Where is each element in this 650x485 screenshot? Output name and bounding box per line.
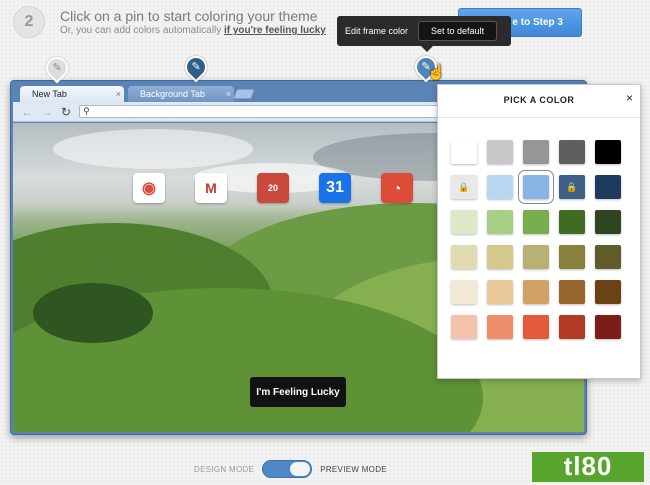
app-icons: ◉ M 20 31 ◔: [133, 173, 413, 203]
color-swatch[interactable]: [523, 140, 549, 164]
feeling-lucky-button[interactable]: I'm Feeling Lucky: [250, 377, 346, 407]
design-mode-label: DESIGN MODE: [194, 464, 255, 474]
chrome-icon[interactable]: ◉: [133, 173, 165, 203]
color-swatch[interactable]: [451, 280, 477, 304]
lock-icon: 🔒: [458, 181, 470, 192]
brush-icon: ✎: [191, 60, 201, 73]
color-swatch[interactable]: [451, 210, 477, 234]
reader-icon[interactable]: ◔: [381, 173, 413, 203]
color-swatch[interactable]: [595, 245, 621, 269]
tab-background[interactable]: Background Tab ×: [128, 86, 234, 102]
subtitle-prefix: Or, you can add colors automatically: [60, 25, 222, 36]
close-icon[interactable]: ×: [116, 86, 121, 102]
forward-arrow-icon[interactable]: →: [41, 106, 53, 118]
reload-icon[interactable]: ↻: [61, 106, 71, 118]
color-swatch-grid: 🔒 🔒: [451, 140, 629, 339]
color-swatch[interactable]: [487, 245, 513, 269]
new-tab-button[interactable]: [233, 89, 255, 99]
color-swatch[interactable]: [487, 280, 513, 304]
step-title: Click on a pin to start coloring your th…: [60, 8, 318, 24]
set-to-default-button[interactable]: Set to default: [418, 21, 498, 41]
calendar-icon[interactable]: 31: [319, 173, 351, 203]
tab-label: Background Tab: [140, 89, 205, 99]
pin-2[interactable]: ✎: [180, 51, 212, 83]
color-swatch[interactable]: [523, 315, 549, 339]
color-swatch[interactable]: [595, 280, 621, 304]
color-swatch[interactable]: [523, 210, 549, 234]
color-swatch[interactable]: [595, 210, 621, 234]
color-swatch[interactable]: [451, 315, 477, 339]
gmail-icon[interactable]: M: [195, 173, 227, 203]
color-swatch[interactable]: [559, 280, 585, 304]
mode-switch-row: DESIGN MODE PREVIEW MODE: [194, 460, 387, 478]
color-swatch[interactable]: [595, 175, 621, 199]
color-swatch[interactable]: [451, 140, 477, 164]
color-swatch[interactable]: [559, 315, 585, 339]
close-icon[interactable]: ×: [226, 86, 231, 102]
color-swatch[interactable]: [559, 140, 585, 164]
hand-cursor-icon: ☝: [427, 64, 446, 81]
divider: [438, 117, 640, 118]
color-swatch[interactable]: [487, 315, 513, 339]
tab-new-tab[interactable]: New Tab ×: [20, 86, 124, 102]
pin-1[interactable]: ✎: [41, 52, 73, 84]
color-swatch[interactable]: [595, 315, 621, 339]
color-swatch[interactable]: [487, 210, 513, 234]
lock-icon: 🔒: [566, 181, 578, 192]
step-number: 2: [13, 6, 45, 38]
color-swatch[interactable]: [487, 175, 513, 199]
color-swatch[interactable]: 🔒: [451, 175, 477, 199]
color-swatch[interactable]: [595, 140, 621, 164]
picker-title: PICK A COLOR: [503, 95, 575, 105]
mode-toggle[interactable]: [262, 460, 313, 478]
books-icon[interactable]: 20: [257, 173, 289, 203]
color-swatch[interactable]: [559, 210, 585, 234]
search-icon: ⚲: [83, 106, 90, 116]
step-subtitle: Or, you can add colors automatically if …: [60, 25, 326, 36]
preview-mode-label: PREVIEW MODE: [320, 464, 387, 474]
color-swatch[interactable]: [523, 280, 549, 304]
color-picker-panel: PICK A COLOR × 🔒 🔒: [437, 84, 641, 379]
color-swatch[interactable]: [451, 245, 477, 269]
color-swatch[interactable]: [518, 170, 554, 204]
color-swatch[interactable]: [559, 245, 585, 269]
brush-icon: ✎: [52, 61, 62, 74]
feeling-lucky-link[interactable]: if you're feeling lucky: [224, 25, 326, 36]
close-icon[interactable]: ×: [626, 91, 633, 105]
watermark-logo: tl80: [532, 452, 644, 482]
color-swatch[interactable]: [487, 140, 513, 164]
color-swatch[interactable]: 🔒: [559, 175, 585, 199]
toggle-knob: [290, 462, 311, 476]
back-arrow-icon[interactable]: ←: [21, 106, 33, 118]
color-swatch[interactable]: [523, 245, 549, 269]
tooltip-label: Edit frame color: [345, 26, 409, 36]
tab-label: New Tab: [32, 89, 67, 99]
frame-color-tooltip: Edit frame color Set to default: [337, 16, 511, 52]
